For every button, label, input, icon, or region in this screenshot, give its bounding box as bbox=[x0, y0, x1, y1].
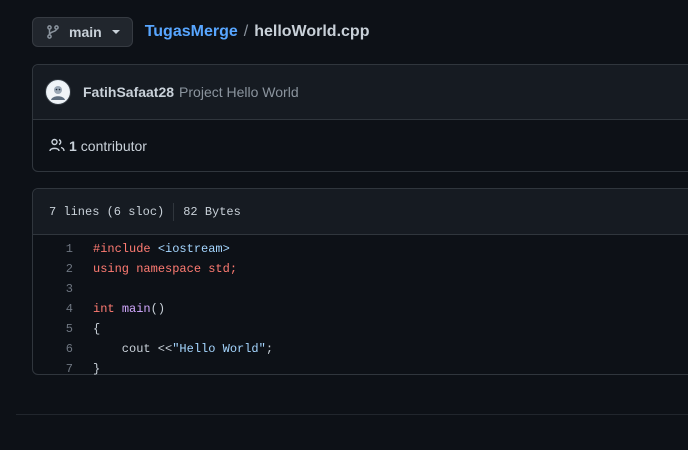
git-branch-icon bbox=[45, 24, 61, 40]
commit-row: FatihSafaat28 Project Hello World bbox=[33, 65, 688, 120]
preprocessor-directive: #include bbox=[93, 242, 151, 256]
commit-message-link[interactable]: Project Hello World bbox=[179, 84, 299, 100]
keyword: using bbox=[93, 262, 130, 276]
line-content: { bbox=[93, 322, 101, 336]
contributors-row[interactable]: 1 contributor bbox=[33, 120, 688, 172]
code-view: 1 #include <iostream> 2 using namespace … bbox=[33, 235, 688, 379]
include-target: <iostream> bbox=[157, 242, 230, 256]
parens: () bbox=[150, 302, 166, 316]
line-number[interactable]: 1 bbox=[33, 242, 93, 256]
file-size: 82 Bytes bbox=[183, 204, 241, 219]
string-literal: "Hello World" bbox=[172, 342, 266, 356]
commit-author-link[interactable]: FatihSafaat28 bbox=[83, 84, 174, 100]
line-number[interactable]: 5 bbox=[33, 322, 93, 336]
namespace-name: std; bbox=[208, 262, 238, 276]
line-content: using namespace std; bbox=[93, 262, 237, 276]
branch-name: main bbox=[69, 24, 102, 40]
chevron-down-icon bbox=[111, 30, 120, 34]
line-number[interactable]: 2 bbox=[33, 262, 93, 276]
contributor-label: contributor bbox=[80, 138, 147, 154]
function-name: main bbox=[121, 302, 151, 316]
type-keyword: int bbox=[93, 302, 115, 316]
file-name: helloWorld.cpp bbox=[254, 23, 370, 40]
line-content: int main() bbox=[93, 302, 165, 316]
file-viewer: 7 lines (6 sloc) 82 Bytes 1 #include <io… bbox=[32, 188, 688, 376]
footer-divider bbox=[16, 414, 688, 415]
latest-commit-box: FatihSafaat28 Project Hello World 1 cont… bbox=[32, 64, 688, 172]
code-line: 2 using namespace std; bbox=[33, 259, 688, 279]
file-nav-bar: main TugasMerge / helloWorld.cpp bbox=[32, 16, 369, 48]
statement: cout << bbox=[93, 342, 173, 356]
keyword: namespace bbox=[136, 262, 202, 276]
code-line: 4 int main() bbox=[33, 299, 688, 319]
semicolon: ; bbox=[265, 342, 274, 356]
line-number[interactable]: 6 bbox=[33, 342, 93, 356]
people-icon bbox=[49, 137, 65, 156]
line-count: 7 lines (6 sloc) bbox=[49, 204, 165, 219]
code-line: 3 bbox=[33, 279, 688, 299]
branch-selector-button[interactable]: main bbox=[32, 17, 133, 47]
line-number[interactable]: 3 bbox=[33, 282, 93, 296]
code-line: 5 { bbox=[33, 319, 688, 339]
file-info-bar: 7 lines (6 sloc) 82 Bytes bbox=[33, 189, 688, 235]
line-number[interactable]: 4 bbox=[33, 302, 93, 316]
code-line: 7 } bbox=[33, 359, 688, 379]
line-content: #include <iostream> bbox=[93, 242, 230, 256]
divider bbox=[173, 202, 175, 221]
breadcrumb: TugasMerge / helloWorld.cpp bbox=[145, 23, 370, 41]
avatar[interactable] bbox=[45, 79, 71, 105]
line-number[interactable]: 7 bbox=[33, 362, 93, 376]
line-content: } bbox=[93, 362, 101, 376]
repo-link[interactable]: TugasMerge bbox=[145, 23, 238, 41]
code-line: 6 cout <<"Hello World"; bbox=[33, 339, 688, 359]
code-line: 1 #include <iostream> bbox=[33, 239, 688, 259]
line-content: cout <<"Hello World"; bbox=[93, 342, 273, 356]
breadcrumb-separator: / bbox=[243, 23, 249, 40]
contributor-count: 1 bbox=[69, 138, 77, 154]
